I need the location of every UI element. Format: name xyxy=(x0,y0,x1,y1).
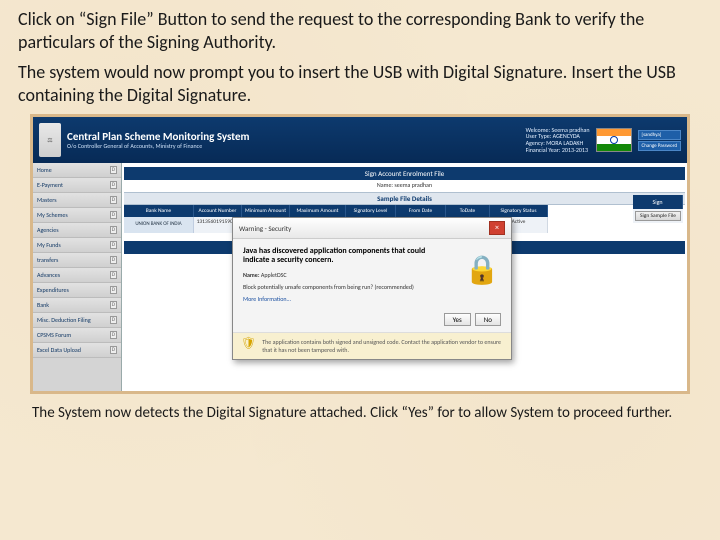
col-max: Maximum Amount xyxy=(290,205,346,217)
chevron-down-icon: D xyxy=(110,241,117,249)
chevron-down-icon: D xyxy=(110,196,117,204)
dialog-close-button[interactable]: × xyxy=(489,221,505,235)
chevron-down-icon: D xyxy=(110,211,117,219)
nav-epayment[interactable]: E-PaymentD xyxy=(33,178,121,193)
sidebar: HomeD E-PaymentD MastersD My SchemesD Ag… xyxy=(33,163,122,391)
dialog-app-name: Name: AppletDSC xyxy=(243,271,453,279)
security-warning-dialog: Warning - Security × Java has discovered… xyxy=(232,217,512,360)
name-row: Name: seema pradhan xyxy=(124,180,685,190)
sample-file-details-header: Sample File Details xyxy=(124,192,685,205)
shield-icon: 🛡 xyxy=(241,338,256,350)
app-header: ⚖ Central Plan Scheme Monitoring System … xyxy=(33,117,687,163)
dialog-more-info-link[interactable]: More Information... xyxy=(243,295,453,303)
nav-advances[interactable]: AdvancesD xyxy=(33,268,121,283)
dialog-title: Warning - Security xyxy=(239,224,291,233)
col-bank: Bank Name xyxy=(124,205,194,217)
chevron-down-icon: D xyxy=(110,166,117,174)
cell-bank: UNION BANK OF INDIA xyxy=(124,217,194,233)
chevron-down-icon: D xyxy=(110,181,117,189)
main-panel: Sign Account Enrolment File Name: seema … xyxy=(122,163,687,391)
chevron-down-icon: D xyxy=(110,316,117,324)
welcome-block: Welcome: Seema pradhan User Type: AGENCY… xyxy=(526,127,590,153)
app-screenshot: ⚖ Central Plan Scheme Monitoring System … xyxy=(30,114,690,394)
col-account: Account Number xyxy=(194,205,242,217)
nav-agencies[interactable]: AgenciesD xyxy=(33,223,121,238)
col-status: Signatory Status xyxy=(490,205,548,217)
nav-misc-deduction[interactable]: Misc. Deduction FilingD xyxy=(33,313,121,328)
nav-excel-upload[interactable]: Excel Data UploadD xyxy=(33,343,121,358)
nav-home[interactable]: HomeD xyxy=(33,163,121,178)
sign-sample-file-button[interactable]: Sign Sample File xyxy=(635,211,681,221)
dialog-footer-text: The application contains both signed and… xyxy=(262,338,503,354)
app-subtitle: O/o Controller General of Accounts, Mini… xyxy=(67,143,249,150)
nav-expenditures[interactable]: ExpendituresD xyxy=(33,283,121,298)
chevron-down-icon: D xyxy=(110,346,117,354)
dialog-warn: Block potentially unsafe components from… xyxy=(243,283,453,291)
dialog-message: Java has discovered application componen… xyxy=(243,247,453,265)
chevron-down-icon: D xyxy=(110,286,117,294)
chevron-down-icon: D xyxy=(110,331,117,339)
caption-text: The System now detects the Digital Signa… xyxy=(18,404,702,423)
lock-icon: 🔒 xyxy=(463,247,501,291)
dialog-yes-button[interactable]: Yes xyxy=(444,313,471,326)
india-flag-icon xyxy=(596,128,632,152)
nav-cpsms-forum[interactable]: CPSMS ForumD xyxy=(33,328,121,343)
col-sign: Sign xyxy=(633,195,683,209)
app-title: Central Plan Scheme Monitoring System xyxy=(67,131,249,143)
col-to: ToDate xyxy=(446,205,490,217)
nav-masters[interactable]: MastersD xyxy=(33,193,121,208)
emblem-icon: ⚖ xyxy=(39,123,61,157)
header-link-username[interactable]: [sandhya] xyxy=(638,130,681,140)
chevron-down-icon: D xyxy=(110,256,117,264)
dialog-no-button[interactable]: No xyxy=(475,313,501,326)
nav-myschemes[interactable]: My SchemesD xyxy=(33,208,121,223)
chevron-down-icon: D xyxy=(110,226,117,234)
chevron-down-icon: D xyxy=(110,301,117,309)
instruction-1: Click on “Sign File” Button to send the … xyxy=(18,8,702,53)
nav-bank[interactable]: BankD xyxy=(33,298,121,313)
header-link-change-password[interactable]: Change Password xyxy=(638,141,681,151)
chevron-down-icon: D xyxy=(110,271,117,279)
section-title-sign-file: Sign Account Enrolment File xyxy=(124,167,685,180)
col-min: Minimum Amount xyxy=(242,205,290,217)
nav-myfunds[interactable]: My FundsD xyxy=(33,238,121,253)
nav-transfers[interactable]: transfersD xyxy=(33,253,121,268)
col-siglevel: Signatory Level xyxy=(346,205,396,217)
col-from: From Date xyxy=(396,205,446,217)
instruction-2: The system would now prompt you to inser… xyxy=(18,61,702,106)
